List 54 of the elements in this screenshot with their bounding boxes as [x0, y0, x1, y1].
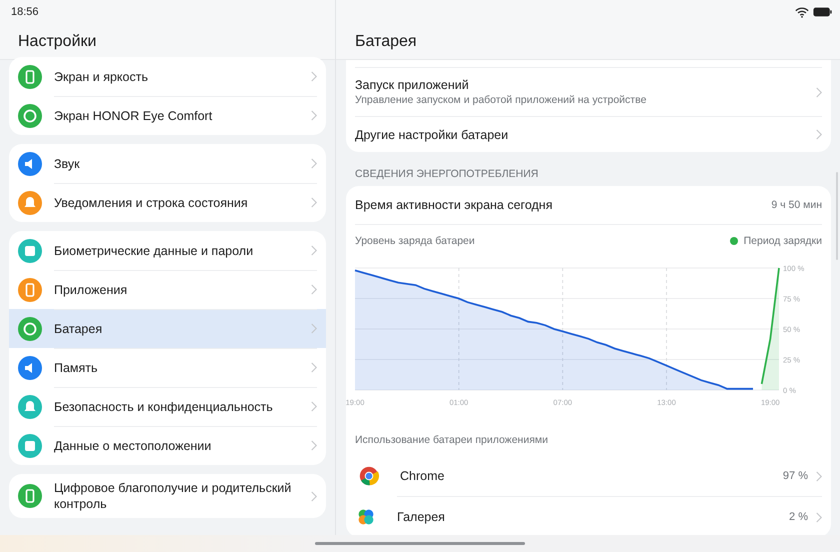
screen-time-label: Время активности экрана сегодня: [355, 198, 552, 212]
page-title: Батарея: [355, 32, 417, 50]
chevron-icon: [311, 245, 317, 256]
settings-item[interactable]: Данные о местоположении: [9, 426, 326, 465]
chevron-icon: [311, 71, 317, 82]
page-title: Настройки: [18, 32, 96, 50]
chevron-icon: [816, 470, 822, 482]
wifi-icon: [795, 6, 809, 18]
settings-item[interactable]: Экран и яркость: [9, 57, 326, 96]
screen-time-value: 9 ч 50 мин: [771, 199, 822, 211]
setting-icon: [18, 190, 42, 214]
legend-label: Период зарядки: [744, 234, 822, 246]
home-handle[interactable]: [315, 542, 525, 545]
setting-icon: [18, 484, 42, 508]
setting-icon: [18, 104, 42, 128]
chevron-icon: [311, 197, 317, 208]
settings-item[interactable]: Звук: [9, 144, 326, 183]
setting-icon: [18, 356, 42, 380]
setting-icon: [18, 278, 42, 302]
setting-icon: [18, 394, 42, 418]
settings-item[interactable]: Батарея: [9, 309, 326, 348]
settings-item[interactable]: Другие настройки батареи: [355, 116, 822, 152]
chevron-icon: [311, 110, 317, 121]
chevron-icon: [311, 362, 317, 373]
legend-dot: [730, 236, 738, 244]
setting-icon: [18, 238, 42, 262]
chevron-icon: [816, 129, 822, 140]
setting-icon: [18, 434, 42, 458]
settings-item[interactable]: Биометрические данные и пароли: [9, 231, 326, 270]
chevron-icon: [311, 284, 317, 295]
settings-item[interactable]: Запуск приложений Управление запуском и работой приложений на устройстве: [346, 68, 831, 116]
chevron-icon: [311, 401, 317, 412]
apps-title: Использование батареи приложениями: [355, 433, 549, 448]
setting-icon: [18, 152, 42, 176]
chevron-icon: [311, 158, 317, 169]
settings-item[interactable]: Экран HONOR Eye Comfort: [9, 96, 326, 135]
chevron-icon: [816, 86, 822, 98]
settings-item[interactable]: Цифровое благополучие и родительский контроль: [9, 474, 326, 518]
status-time: 18:56: [11, 6, 39, 18]
section-title: СВЕДЕНИЯ ЭНЕРГОПОТРЕБЛЕНИЯ: [354, 167, 540, 182]
settings-item[interactable]: Память: [9, 348, 326, 387]
chart-title: Уровень заряда батареи: [355, 234, 475, 246]
chevron-icon: [311, 490, 317, 502]
settings-item[interactable]: Уведомления и строка состояния: [9, 183, 326, 222]
settings-item[interactable]: Безопасность и конфиденциальность: [9, 387, 326, 426]
chrome-icon: [358, 465, 380, 487]
chevron-icon: [816, 512, 822, 522]
chevron-icon: [311, 440, 317, 451]
app-item[interactable]: Chrome 97 %: [355, 456, 822, 496]
setting-icon: [18, 64, 42, 88]
settings-item[interactable]: Приложения: [9, 270, 326, 309]
battery-icon: [813, 7, 832, 17]
setting-icon: [18, 316, 42, 340]
chevron-icon: [311, 323, 317, 334]
